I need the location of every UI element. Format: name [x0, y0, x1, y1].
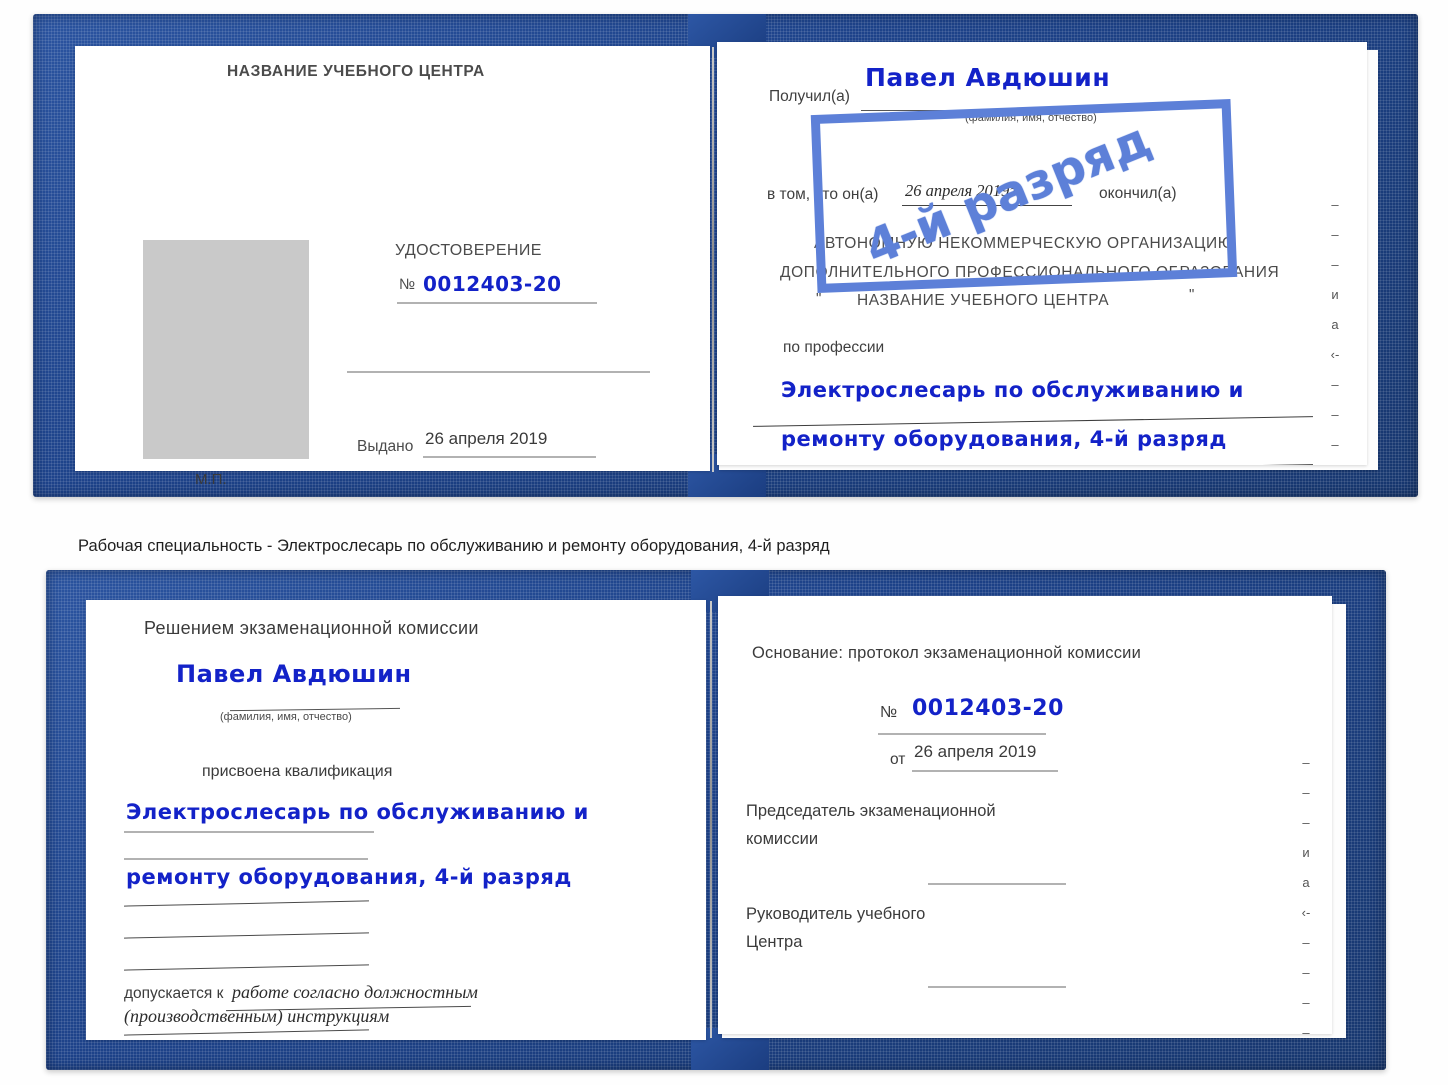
protocol-number-underline — [878, 733, 1046, 735]
chairman-line-1: Председатель экзаменационной — [746, 802, 996, 820]
profession-label: по профессии — [783, 339, 885, 356]
allowed-label: допускается к — [124, 985, 224, 1002]
number-underline — [397, 302, 597, 304]
certificate-bottom: Решением экзаменационной комиссии Павел … — [46, 570, 1386, 1070]
protocol-number-value: 0012403-20 — [912, 696, 1064, 721]
qualification-label: присвоена квалификация — [202, 763, 393, 780]
certificate-number-value: 0012403-20 — [423, 272, 562, 296]
basis-label: Основание: протокол экзаменационной коми… — [752, 644, 1142, 662]
commission-decision-header: Решением экзаменационной комиссии — [144, 618, 479, 638]
number-label: № — [399, 276, 416, 293]
org-quote-close: " — [1189, 286, 1195, 303]
photo-placeholder — [143, 240, 309, 459]
spine-line-top — [712, 47, 714, 472]
chairman-signature-line — [928, 883, 1066, 885]
org-name: НАЗВАНИЕ УЧЕБНОГО ЦЕНТРА — [857, 292, 1110, 309]
page-top-left: НАЗВАНИЕ УЧЕБНОГО ЦЕНТРА УДОСТОВЕРЕНИЕ №… — [75, 46, 710, 488]
protocol-date-value: 26 апреля 2019 — [914, 742, 1037, 761]
allowed-line-2: (производственным) инструкциям — [124, 1006, 390, 1026]
head-signature-line — [928, 986, 1066, 988]
protocol-date-label: от — [890, 751, 906, 768]
blank-rule-1 — [347, 371, 650, 373]
qualification-line-2: ремонту оборудования, 4-й разряд — [126, 865, 572, 889]
profession-rule-1 — [753, 416, 1313, 427]
blank-line-3 — [124, 964, 369, 971]
head-line-2: Центра — [746, 933, 803, 951]
page-bottom-right: Основание: протокол экзаменационной коми… — [718, 596, 1332, 1034]
student-name-value: Павел Авдюшин — [176, 660, 412, 688]
issued-date-value: 26 апреля 2019 — [425, 429, 548, 448]
protocol-number-label: № — [880, 704, 898, 721]
blank-line-1 — [124, 900, 369, 907]
edge-fragments-bottom: – – – и а ‹- – – – – — [1301, 755, 1311, 1034]
qualification-line-1: Электрослесарь по обслуживанию и — [126, 800, 589, 824]
issued-underline — [423, 456, 596, 458]
qual-rule-1 — [124, 831, 374, 833]
qual-rule-2 — [124, 858, 368, 860]
blank-line-2 — [124, 932, 369, 939]
profession-line-2: ремонту оборудования, 4-й разряд — [781, 427, 1227, 451]
spine-line-bottom — [710, 601, 712, 1038]
image-caption: Рабочая специальность - Электрослесарь п… — [78, 537, 830, 555]
protocol-date-underline — [912, 770, 1058, 772]
head-line-1: Руководитель учебного — [746, 905, 926, 923]
certificate-top: НАЗВАНИЕ УЧЕБНОГО ЦЕНТРА УДОСТОВЕРЕНИЕ №… — [33, 14, 1418, 497]
document-title: УДОСТОВЕРЕНИЕ — [395, 242, 542, 259]
edge-fragments-top: – – – и а ‹- – – – – — [1330, 197, 1340, 452]
training-center-header: НАЗВАНИЕ УЧЕБНОГО ЦЕНТРА — [227, 63, 485, 80]
allowed-line-1: работе согласно должностным — [232, 982, 478, 1002]
name-hint-label-bottom: (фамилия, имя, отчество) — [220, 711, 352, 723]
received-label: Получил(а) — [769, 88, 850, 105]
seal-label: М.П. — [195, 471, 227, 488]
chairman-line-2: комиссии — [746, 830, 819, 848]
issued-label: Выдано — [357, 438, 414, 455]
profession-rule-2 — [753, 464, 1313, 465]
page-bottom-left: Решением экзаменационной комиссии Павел … — [86, 600, 706, 1040]
allowed-rule-2 — [124, 1029, 369, 1036]
received-name-value: Павел Авдюшин — [865, 63, 1111, 92]
profession-line-1: Электрослесарь по обслуживанию и — [781, 378, 1244, 402]
